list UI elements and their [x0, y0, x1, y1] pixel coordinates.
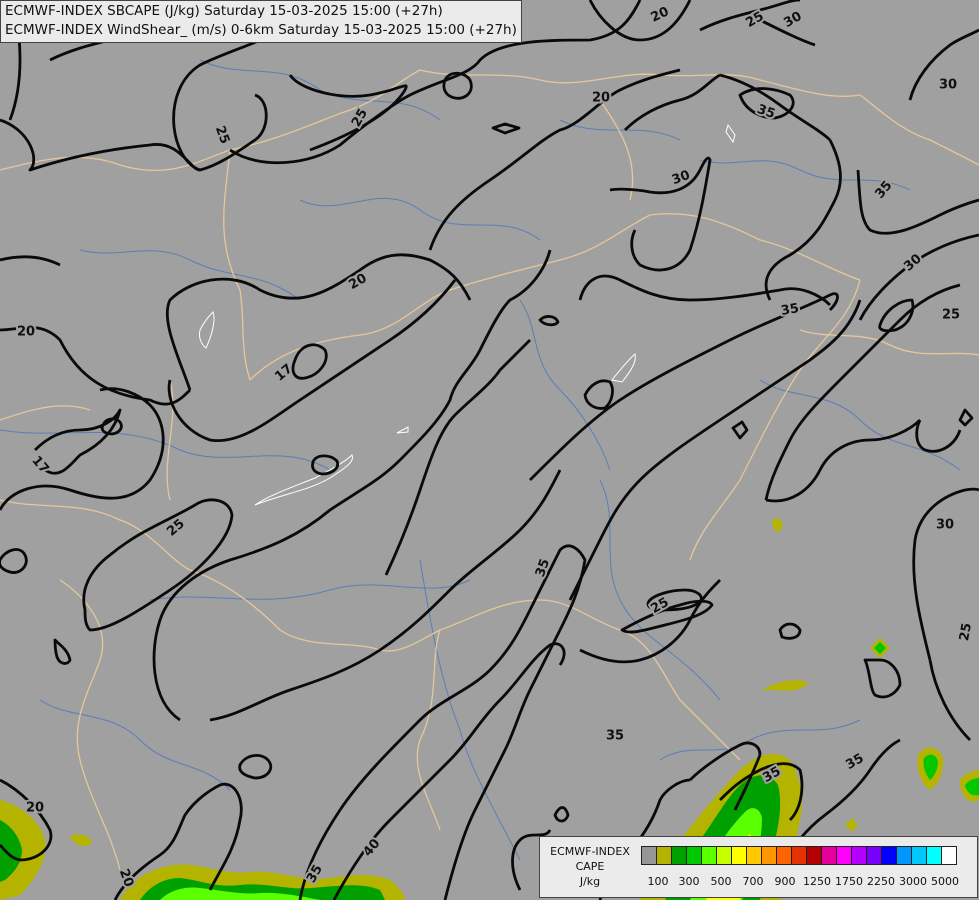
legend-tick-label: 900	[774, 875, 796, 888]
forecast-map: 20 25 303035202525303520303520171725253525…	[0, 0, 979, 900]
cape-legend: ECMWF-INDEX CAPE J/kg 100 300 500 700 900 125…	[539, 836, 978, 898]
legend-tick-label: 700	[742, 875, 764, 888]
legend-swatch	[791, 846, 807, 865]
legend-swatch	[746, 846, 762, 865]
legend-tick-label: 1750	[835, 875, 863, 888]
header-cape-title: ECMWF-INDEX SBCAPE (J/kg) Saturday 15-03…	[5, 3, 443, 19]
legend-swatch	[926, 846, 942, 865]
contour-label: 20	[592, 91, 610, 106]
legend-swatch	[656, 846, 672, 865]
legend-swatch	[701, 846, 717, 865]
legend-swatch	[851, 846, 867, 865]
legend-tick-label: 500	[710, 875, 732, 888]
legend-title-line: J/kg	[579, 875, 601, 888]
contour-label: 20	[26, 801, 44, 816]
contour-label: 35	[606, 729, 624, 744]
contour-label: 35	[780, 301, 800, 319]
legend-swatch	[806, 846, 822, 865]
legend-swatch	[776, 846, 792, 865]
legend-title-line: ECMWF-INDEX	[550, 845, 630, 858]
legend-swatch	[896, 846, 912, 865]
legend-swatch	[731, 846, 747, 865]
legend-swatch	[821, 846, 837, 865]
contour-label: 30	[936, 518, 954, 533]
contour-label: 25	[942, 308, 960, 323]
contour-label: 25	[957, 622, 975, 642]
legend-swatch	[671, 846, 687, 865]
map-header: ECMWF-INDEX SBCAPE (J/kg) Saturday 15-03…	[0, 0, 522, 43]
legend-tick-label: 5000	[931, 875, 959, 888]
legend-color-bar	[641, 846, 957, 865]
legend-swatch	[761, 846, 777, 865]
header-windshear-title: ECMWF-INDEX WindShear_ (m/s) 0-6km Satur…	[5, 22, 517, 38]
contour-label: 30	[939, 78, 957, 93]
legend-tick-label: 2250	[867, 875, 895, 888]
legend-swatch	[881, 846, 897, 865]
legend-tick-label: 300	[678, 875, 700, 888]
legend-swatch	[686, 846, 702, 865]
legend-title: ECMWF-INDEX CAPE J/kg	[542, 844, 638, 889]
legend-swatch	[716, 846, 732, 865]
legend-tick-label: 3000	[899, 875, 927, 888]
legend-swatch	[941, 846, 957, 865]
legend-swatch	[866, 846, 882, 865]
legend-swatch	[836, 846, 852, 865]
legend-tick-label: 100	[647, 875, 669, 888]
contour-label: 20	[17, 325, 35, 340]
legend-tick-label: 1250	[803, 875, 831, 888]
legend-swatch	[911, 846, 927, 865]
legend-title-line: CAPE	[575, 860, 605, 873]
legend-swatch	[641, 846, 657, 865]
